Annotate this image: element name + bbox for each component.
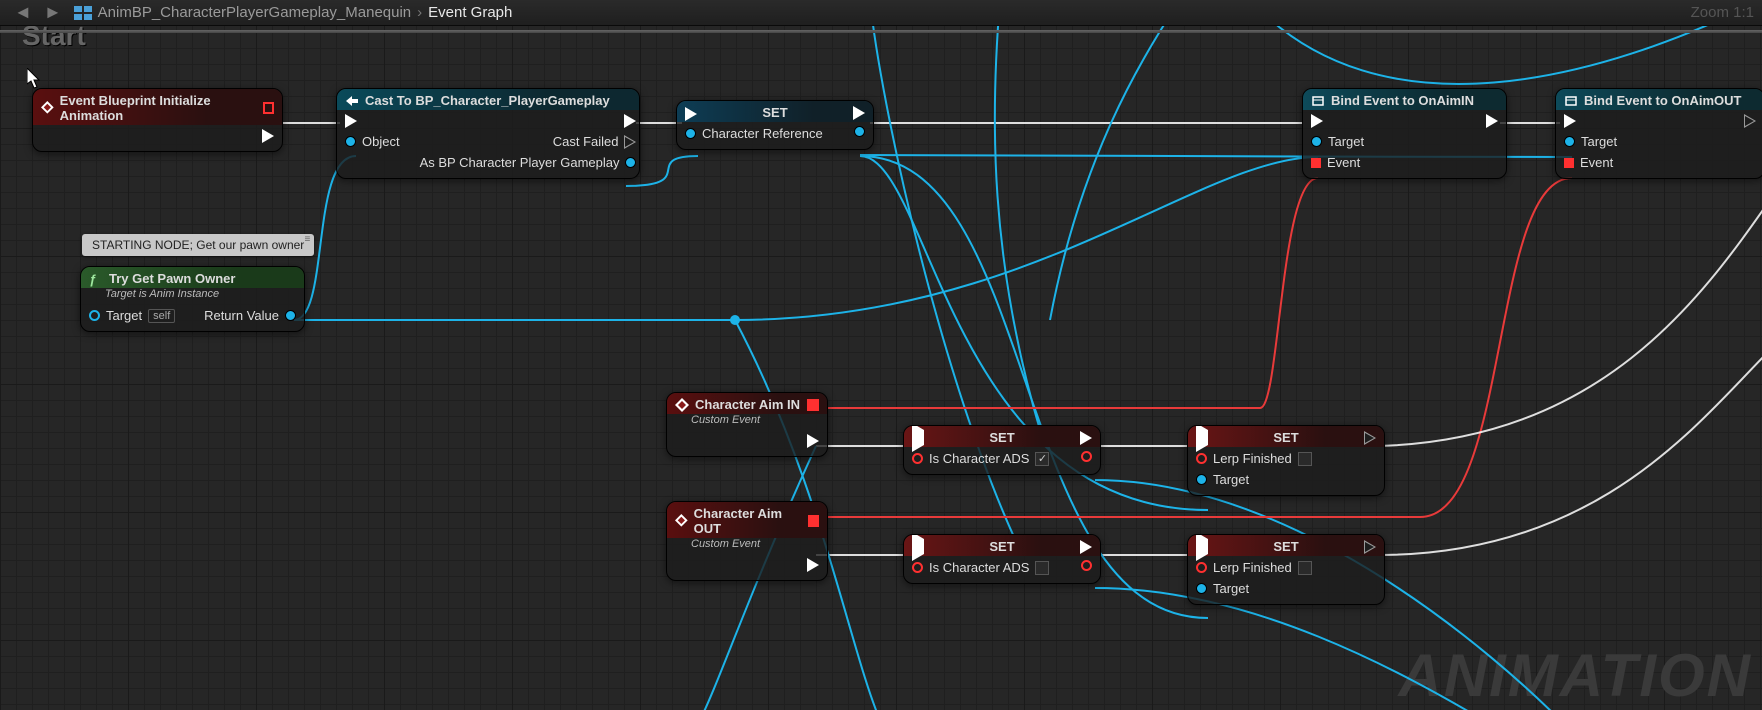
exec-out-pin[interactable] bbox=[1080, 540, 1092, 554]
nav-back-icon[interactable]: ◄ bbox=[8, 2, 38, 23]
node-comment[interactable]: STARTING NODE; Get our pawn owner bbox=[82, 234, 314, 256]
event-pin[interactable]: Event bbox=[1311, 155, 1364, 170]
char-ref-pin[interactable]: Character Reference bbox=[685, 126, 823, 141]
delegate-pin[interactable] bbox=[808, 515, 819, 527]
value-out-pin[interactable] bbox=[1081, 560, 1092, 571]
node-title: Try Get Pawn Owner bbox=[109, 271, 235, 286]
exec-out-pin[interactable] bbox=[807, 434, 819, 448]
ads-pin[interactable]: Is Character ADS bbox=[912, 560, 1049, 575]
target-pin[interactable]: Target bbox=[1196, 581, 1312, 596]
exec-in-pin[interactable] bbox=[912, 425, 924, 452]
node-title: SET bbox=[989, 539, 1014, 554]
bind-icon bbox=[1311, 94, 1325, 108]
node-title: Cast To BP_Character_PlayerGameplay bbox=[365, 93, 610, 108]
node-set-lerp-1[interactable]: SET Lerp Finished Target bbox=[1187, 425, 1385, 496]
node-title: SET bbox=[989, 430, 1014, 445]
target-pin[interactable]: Target self bbox=[89, 308, 175, 323]
value-out-pin[interactable] bbox=[1081, 451, 1092, 462]
watermark: ANIMATION bbox=[1398, 641, 1752, 710]
breadcrumb-bar: ◄ ► AnimBP_CharacterPlayerGameplay_Maneq… bbox=[0, 0, 1762, 26]
node-set-ads-1[interactable]: SET Is Character ADS✓ bbox=[903, 425, 1101, 475]
node-title: Character Aim OUT bbox=[694, 506, 802, 536]
as-pin[interactable]: As BP Character Player Gameplay bbox=[420, 155, 637, 170]
lerp-checkbox[interactable] bbox=[1298, 452, 1312, 466]
ads-checkbox[interactable]: ✓ bbox=[1035, 452, 1049, 466]
ads-checkbox[interactable] bbox=[1035, 561, 1049, 575]
exec-out-pin[interactable] bbox=[1744, 114, 1756, 128]
blueprint-icon bbox=[74, 6, 92, 20]
node-title: Bind Event to OnAimOUT bbox=[1584, 93, 1741, 108]
exec-in-pin[interactable] bbox=[912, 534, 924, 561]
node-aim-out[interactable]: Character Aim OUT Custom Event bbox=[666, 501, 828, 581]
node-title: SET bbox=[1273, 430, 1298, 445]
exec-in-pin[interactable] bbox=[685, 107, 697, 121]
toolbar-divider bbox=[0, 30, 1762, 33]
lerp-checkbox[interactable] bbox=[1298, 561, 1312, 575]
function-icon: ƒ bbox=[89, 272, 103, 286]
node-title: Bind Event to OnAimIN bbox=[1331, 93, 1474, 108]
node-set-ads-2[interactable]: SET Is Character ADS bbox=[903, 534, 1101, 584]
exec-out-pin[interactable] bbox=[853, 106, 865, 120]
breadcrumb-asset[interactable]: AnimBP_CharacterPlayerGameplay_Manequin bbox=[98, 4, 412, 21]
exec-in-pin[interactable] bbox=[1311, 114, 1364, 128]
node-subtitle: Target is Anim Instance bbox=[81, 288, 304, 304]
exec-in-pin[interactable] bbox=[1196, 534, 1208, 561]
exec-in-pin[interactable] bbox=[345, 114, 400, 128]
node-bind-aimin[interactable]: Bind Event to OnAimIN Target Event bbox=[1302, 88, 1507, 179]
nav-forward-icon[interactable]: ► bbox=[38, 2, 68, 23]
lerp-pin[interactable]: Lerp Finished bbox=[1196, 451, 1312, 466]
bind-icon bbox=[1564, 94, 1578, 108]
cast-icon bbox=[345, 94, 359, 108]
node-event-init[interactable]: Event Blueprint Initialize Animation bbox=[32, 88, 283, 152]
target-pin[interactable]: Target bbox=[1564, 134, 1617, 149]
event-pin[interactable]: Event bbox=[1564, 155, 1617, 170]
event-icon bbox=[675, 514, 688, 528]
exec-out-pin[interactable] bbox=[1364, 540, 1376, 554]
node-cast[interactable]: Cast To BP_Character_PlayerGameplay Obje… bbox=[336, 88, 640, 179]
node-subtitle: Custom Event bbox=[667, 414, 827, 430]
exec-out-pin[interactable] bbox=[1364, 431, 1376, 445]
value-out-pin[interactable] bbox=[854, 126, 865, 137]
node-bind-aimout[interactable]: Bind Event to OnAimOUT Target Event bbox=[1555, 88, 1762, 179]
event-icon bbox=[41, 101, 54, 115]
node-title: SET bbox=[762, 105, 787, 120]
delegate-pin[interactable] bbox=[263, 102, 274, 114]
node-set-ref[interactable]: SET Character Reference bbox=[676, 100, 874, 150]
node-title: Event Blueprint Initialize Animation bbox=[60, 93, 257, 123]
object-pin[interactable]: Object bbox=[345, 134, 400, 149]
node-title: Character Aim IN bbox=[695, 397, 800, 412]
mouse-cursor-icon bbox=[27, 68, 43, 90]
exec-out-pin[interactable] bbox=[262, 129, 274, 143]
exec-out-pin[interactable] bbox=[807, 558, 819, 572]
node-set-lerp-2[interactable]: SET Lerp Finished Target bbox=[1187, 534, 1385, 605]
node-get-pawn[interactable]: ƒ Try Get Pawn Owner Target is Anim Inst… bbox=[80, 266, 305, 332]
exec-out-pin[interactable] bbox=[1080, 431, 1092, 445]
breadcrumb-separator: › bbox=[411, 4, 428, 21]
exec-out-pin[interactable] bbox=[624, 114, 636, 128]
lerp-pin[interactable]: Lerp Finished bbox=[1196, 560, 1312, 575]
ads-pin[interactable]: Is Character ADS✓ bbox=[912, 451, 1049, 466]
event-icon bbox=[675, 398, 689, 412]
delegate-pin[interactable] bbox=[807, 399, 819, 411]
self-label: self bbox=[148, 309, 175, 323]
cast-failed-pin[interactable]: Cast Failed bbox=[553, 134, 637, 149]
exec-in-pin[interactable] bbox=[1196, 425, 1208, 452]
target-pin[interactable]: Target bbox=[1196, 472, 1312, 487]
node-title: SET bbox=[1273, 539, 1298, 554]
return-pin[interactable]: Return Value bbox=[204, 308, 296, 323]
node-subtitle: Custom Event bbox=[667, 538, 827, 554]
zoom-label: Zoom 1:1 bbox=[1691, 4, 1754, 21]
target-pin[interactable]: Target bbox=[1311, 134, 1364, 149]
exec-in-pin[interactable] bbox=[1564, 114, 1617, 128]
node-aim-in[interactable]: Character Aim IN Custom Event bbox=[666, 392, 828, 457]
breadcrumb-graph[interactable]: Event Graph bbox=[428, 4, 512, 21]
exec-out-pin[interactable] bbox=[1486, 114, 1498, 128]
